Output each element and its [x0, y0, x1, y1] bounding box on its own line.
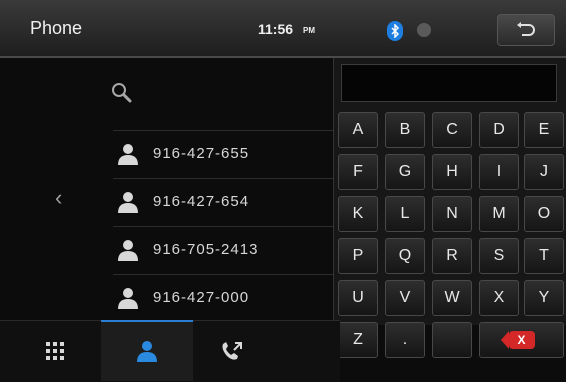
back-button[interactable]	[497, 14, 555, 46]
bluetooth-icon	[387, 21, 403, 41]
key[interactable]: Z	[338, 322, 378, 358]
tab-dialpad[interactable]	[20, 320, 90, 381]
key[interactable]: .	[385, 322, 425, 358]
clock-time: 11:56	[258, 21, 294, 37]
contact-person-icon	[118, 240, 138, 261]
key[interactable]: L	[385, 196, 425, 232]
contact-number: 916-427-000	[153, 289, 250, 306]
contact-row[interactable]: 916-427-655	[113, 130, 333, 179]
contact-person-icon	[137, 340, 157, 362]
delete-button[interactable]: X	[479, 322, 564, 358]
key[interactable]: R	[432, 238, 472, 274]
previous-page-button[interactable]: ‹	[55, 185, 62, 211]
search-button[interactable]	[111, 82, 133, 109]
key[interactable]: D	[479, 112, 519, 148]
contact-person-icon	[118, 288, 138, 309]
contact-row[interactable]: 916-427-000	[113, 274, 333, 323]
key[interactable]: I	[479, 154, 519, 190]
key[interactable]: J	[524, 154, 564, 190]
key[interactable]: X	[479, 280, 519, 316]
key[interactable]: T	[524, 238, 564, 274]
tab-recent-calls[interactable]	[196, 320, 266, 381]
clock-ampm: PM	[303, 26, 315, 35]
key[interactable]: C	[432, 112, 472, 148]
contact-number: 916-427-655	[153, 145, 250, 162]
back-arrow-icon	[517, 22, 535, 36]
key[interactable]: O	[524, 196, 564, 232]
contact-person-icon	[118, 192, 138, 213]
delete-icon: X	[500, 331, 535, 349]
recent-calls-icon	[222, 341, 242, 360]
key[interactable]: W	[432, 280, 472, 316]
search-input[interactable]	[341, 64, 557, 102]
key[interactable]: Y	[524, 280, 564, 316]
contact-person-icon	[118, 144, 138, 165]
contact-number: 916-427-654	[153, 193, 250, 210]
key[interactable]: S	[479, 238, 519, 274]
page-title: Phone	[30, 18, 83, 38]
dialpad-icon	[46, 341, 64, 360]
key[interactable]: Q	[385, 238, 425, 274]
contact-number: 916-705-2413	[153, 241, 259, 258]
key[interactable]: E	[524, 112, 564, 148]
key[interactable]: N	[432, 196, 472, 232]
key[interactable]	[432, 322, 472, 358]
key[interactable]: K	[338, 196, 378, 232]
key[interactable]: B	[385, 112, 425, 148]
tab-contacts-icon-wrap	[101, 320, 193, 381]
contact-row[interactable]: 916-705-2413	[113, 226, 333, 275]
key[interactable]: F	[338, 154, 378, 190]
search-icon	[112, 83, 132, 103]
key[interactable]: M	[479, 196, 519, 232]
key[interactable]: P	[338, 238, 378, 274]
key[interactable]: V	[385, 280, 425, 316]
key[interactable]: H	[432, 154, 472, 190]
key[interactable]: A	[338, 112, 378, 148]
key[interactable]: U	[338, 280, 378, 316]
contact-row[interactable]: 916-427-654	[113, 178, 333, 227]
key[interactable]: G	[385, 154, 425, 190]
status-dot-icon	[417, 23, 431, 37]
